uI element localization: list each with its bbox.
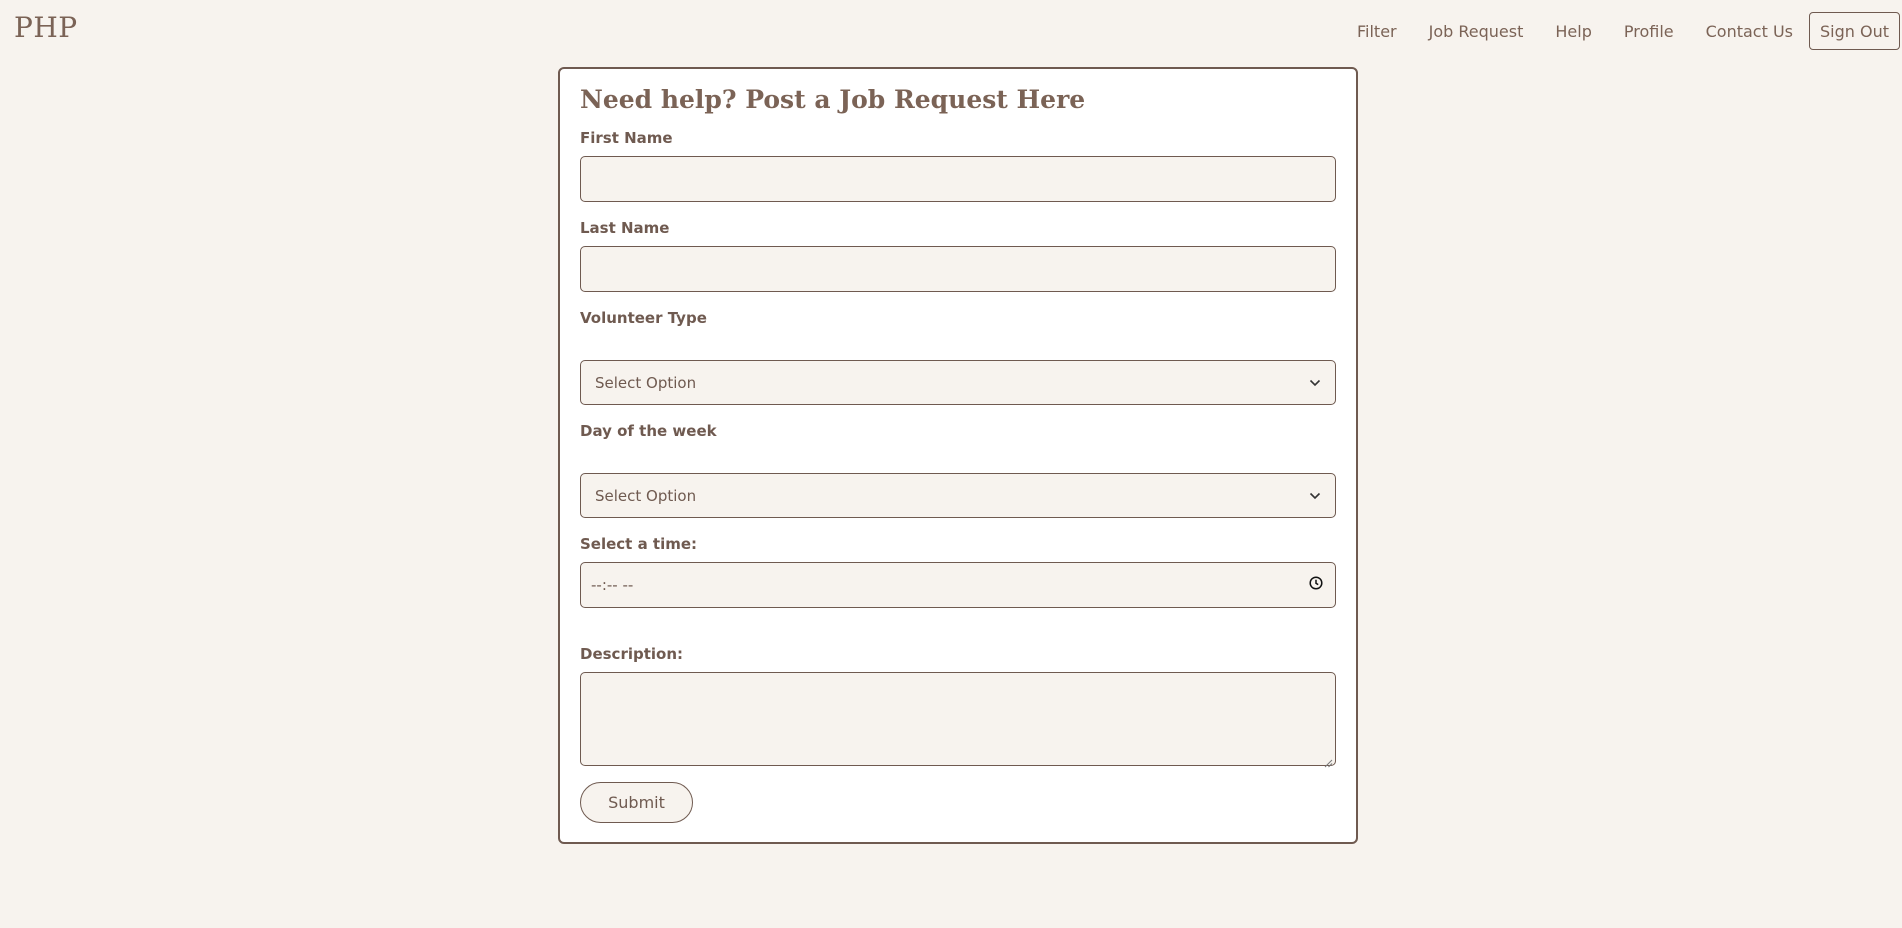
volunteer-type-selected: Select Option xyxy=(595,373,697,392)
description-label: Description: xyxy=(580,645,684,663)
time-label: Select a time: xyxy=(580,535,698,553)
nav-link-filter[interactable]: Filter xyxy=(1357,22,1397,41)
submit-button[interactable]: Submit xyxy=(580,782,693,823)
day-of-week-selected: Select Option xyxy=(595,486,697,505)
last-name-label: Last Name xyxy=(580,219,670,237)
day-of-week-select[interactable]: Select Option xyxy=(580,473,1336,518)
time-input[interactable]: --:-- -- xyxy=(580,562,1336,608)
first-name-label: First Name xyxy=(580,129,673,147)
navbar: PHP Filter Job Request Help Profile Cont… xyxy=(0,0,1902,62)
time-input-value: --:-- -- xyxy=(591,576,634,594)
job-request-form-card: Need help? Post a Job Request Here First… xyxy=(558,67,1358,844)
chevron-down-icon xyxy=(1309,490,1321,502)
resize-grip-icon[interactable] xyxy=(1323,753,1333,768)
nav-link-profile[interactable]: Profile xyxy=(1624,22,1674,41)
nav-link-contact-us[interactable]: Contact Us xyxy=(1706,22,1793,41)
nav-links: Filter Job Request Help Profile Contact … xyxy=(1357,12,1902,50)
last-name-input[interactable] xyxy=(580,246,1336,292)
form-title: Need help? Post a Job Request Here xyxy=(580,85,1086,114)
volunteer-type-label: Volunteer Type xyxy=(580,309,707,327)
clock-icon[interactable] xyxy=(1309,576,1323,594)
nav-link-help[interactable]: Help xyxy=(1555,22,1591,41)
first-name-input[interactable] xyxy=(580,156,1336,202)
nav-link-job-request[interactable]: Job Request xyxy=(1429,22,1524,41)
description-textarea[interactable] xyxy=(580,672,1336,768)
day-of-week-label: Day of the week xyxy=(580,422,717,440)
brand-logo[interactable]: PHP xyxy=(14,11,78,44)
chevron-down-icon xyxy=(1309,377,1321,389)
sign-out-button[interactable]: Sign Out xyxy=(1809,12,1900,50)
volunteer-type-select[interactable]: Select Option xyxy=(580,360,1336,405)
